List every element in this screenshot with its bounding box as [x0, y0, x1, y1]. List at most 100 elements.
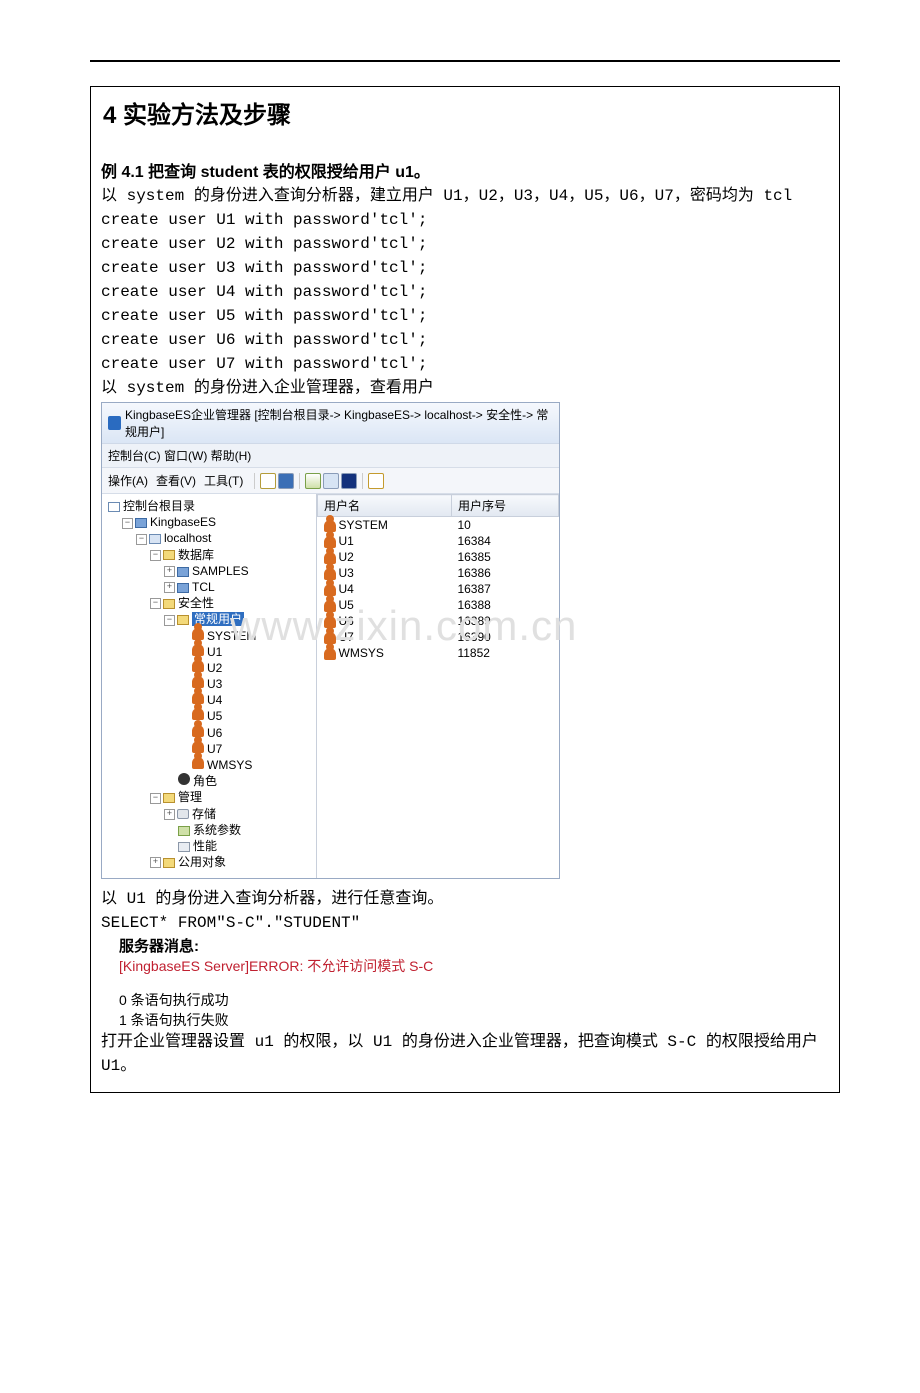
- user-table: 用户名 用户序号 SYSTEM 10 U116384 U216385 U31638…: [317, 494, 559, 661]
- toolbar-icon[interactable]: [305, 473, 321, 489]
- sql-line: create user U4 with password'tcl';: [101, 280, 829, 304]
- cell-username: U7: [339, 630, 354, 644]
- cell-userid: 10: [451, 517, 558, 534]
- tree-sysparam[interactable]: 系统参数: [193, 823, 241, 837]
- toolbar-icon[interactable]: [260, 473, 276, 489]
- sql-line: create user U1 with password'tcl';: [101, 208, 829, 232]
- user-icon: [192, 660, 204, 672]
- toolbar-menu-action[interactable]: 操作(A): [108, 472, 148, 489]
- em-toolbar: 操作(A) 查看(V) 工具(T): [102, 468, 559, 494]
- tree-security[interactable]: 安全性: [178, 596, 214, 610]
- tree-user[interactable]: U2: [207, 661, 222, 675]
- collapse-icon[interactable]: −: [136, 534, 147, 545]
- expand-icon[interactable]: +: [164, 582, 175, 593]
- tree-user[interactable]: SYSTEM: [207, 629, 256, 643]
- table-row[interactable]: U4 16387: [318, 581, 559, 597]
- sql-query: SELECT* FROM"S-C"."STUDENT": [101, 911, 829, 935]
- cell-userid: 16387: [451, 581, 558, 597]
- expand-icon[interactable]: +: [150, 857, 161, 868]
- role-icon: [178, 773, 190, 785]
- toolbar-separator: [299, 473, 300, 489]
- example-heading: 例 4.1 把查询 student 表的权限授给用户 u1。: [101, 158, 829, 182]
- cell-username: SYSTEM: [339, 518, 388, 532]
- tree-user[interactable]: U3: [207, 677, 222, 691]
- table-row[interactable]: U116384: [318, 533, 559, 549]
- tree-host[interactable]: localhost: [164, 531, 211, 545]
- tree-db-item[interactable]: TCL: [192, 580, 215, 594]
- sql-line: create user U3 with password'tcl';: [101, 256, 829, 280]
- stat-fail: 1 条语句执行失败: [119, 1010, 829, 1030]
- expand-icon[interactable]: +: [164, 809, 175, 820]
- user-icon: [192, 757, 204, 769]
- table-row[interactable]: U616389: [318, 613, 559, 629]
- folder-icon: [163, 599, 175, 609]
- tree-user[interactable]: WMSYS: [207, 758, 252, 772]
- collapse-icon[interactable]: −: [164, 615, 175, 626]
- after-em-text: 以 U1 的身份进入查询分析器，进行任意查询。: [101, 887, 829, 911]
- tree-role[interactable]: 角色: [193, 774, 217, 788]
- tree-db-item[interactable]: SAMPLES: [192, 564, 249, 578]
- tree-user[interactable]: U4: [207, 693, 222, 707]
- expand-icon[interactable]: +: [164, 566, 175, 577]
- user-icon: [192, 692, 204, 704]
- table-row[interactable]: U216385: [318, 549, 559, 565]
- tree-user[interactable]: U7: [207, 742, 222, 756]
- toolbar-menu-view[interactable]: 查看(V): [156, 472, 196, 489]
- cell-userid: 16384: [451, 533, 558, 549]
- tree-storage[interactable]: 存储: [192, 807, 216, 821]
- cell-userid: 11852: [451, 645, 558, 661]
- tree-user[interactable]: U1: [207, 645, 222, 659]
- table-row[interactable]: U316386: [318, 565, 559, 581]
- server-message-label: 服务器消息:: [119, 935, 829, 956]
- server-icon: [135, 518, 147, 528]
- tree-user[interactable]: U6: [207, 726, 222, 740]
- tree-manage[interactable]: 管理: [178, 790, 202, 804]
- sql-line: create user U7 with password'tcl';: [101, 352, 829, 376]
- tree-kingbase[interactable]: KingbaseES: [150, 515, 216, 529]
- table-row[interactable]: WMSYS11852: [318, 645, 559, 661]
- tree-root[interactable]: 控制台根目录: [123, 499, 195, 513]
- collapse-icon[interactable]: −: [150, 550, 161, 561]
- toolbar-icon[interactable]: [341, 473, 357, 489]
- table-row[interactable]: U516388: [318, 597, 559, 613]
- em-title-text: KingbaseES企业管理器 [控制台根目录-> KingbaseES-> l…: [125, 406, 553, 440]
- storage-icon: [177, 809, 189, 819]
- enterprise-manager-window: KingbaseES企业管理器 [控制台根目录-> KingbaseES-> l…: [101, 402, 560, 879]
- tree-perf[interactable]: 性能: [193, 839, 217, 853]
- toolbar-icon[interactable]: [368, 473, 384, 489]
- app-icon: [108, 416, 121, 430]
- col-userid[interactable]: 用户序号: [451, 495, 558, 517]
- section-heading: 4 实验方法及步骤: [103, 95, 829, 130]
- db-icon: [177, 567, 189, 577]
- after-sql-text: 以 system 的身份进入企业管理器，查看用户: [101, 376, 829, 400]
- cell-username: U5: [339, 598, 354, 612]
- cell-username: U4: [339, 582, 354, 596]
- user-icon: [192, 644, 204, 656]
- col-username[interactable]: 用户名: [318, 495, 452, 517]
- collapse-icon[interactable]: −: [122, 518, 133, 529]
- cell-username: U6: [339, 614, 354, 628]
- toolbar-separator: [362, 473, 363, 489]
- toolbar-separator: [254, 473, 255, 489]
- em-tree-panel[interactable]: 控制台根目录 −KingbaseES −localhost −数据库: [102, 494, 317, 878]
- error-message: [KingbaseES Server]ERROR: 不允许访问模式 S-C: [119, 956, 829, 976]
- tree-database[interactable]: 数据库: [178, 548, 214, 562]
- user-icon: [192, 741, 204, 753]
- toolbar-icon[interactable]: [323, 473, 339, 489]
- final-text: 打开企业管理器设置 u1 的权限，以 U1 的身份进入企业管理器，把查询模式 S…: [101, 1030, 829, 1078]
- em-titlebar: KingbaseES企业管理器 [控制台根目录-> KingbaseES-> l…: [102, 403, 559, 444]
- folder-icon: [163, 793, 175, 803]
- db-icon: [177, 583, 189, 593]
- table-row[interactable]: SYSTEM 10: [318, 517, 559, 534]
- folder-icon: [163, 550, 175, 560]
- toolbar-menu-tools[interactable]: 工具(T): [204, 472, 243, 489]
- host-icon: [149, 534, 161, 544]
- tree-user[interactable]: U5: [207, 709, 222, 723]
- collapse-icon[interactable]: −: [150, 793, 161, 804]
- tree-pub[interactable]: 公用对象: [178, 855, 226, 869]
- table-row[interactable]: U716390: [318, 629, 559, 645]
- sql-line: create user U2 with password'tcl';: [101, 232, 829, 256]
- toolbar-icon[interactable]: [278, 473, 294, 489]
- em-menubar[interactable]: 控制台(C) 窗口(W) 帮助(H): [102, 444, 559, 468]
- collapse-icon[interactable]: −: [150, 598, 161, 609]
